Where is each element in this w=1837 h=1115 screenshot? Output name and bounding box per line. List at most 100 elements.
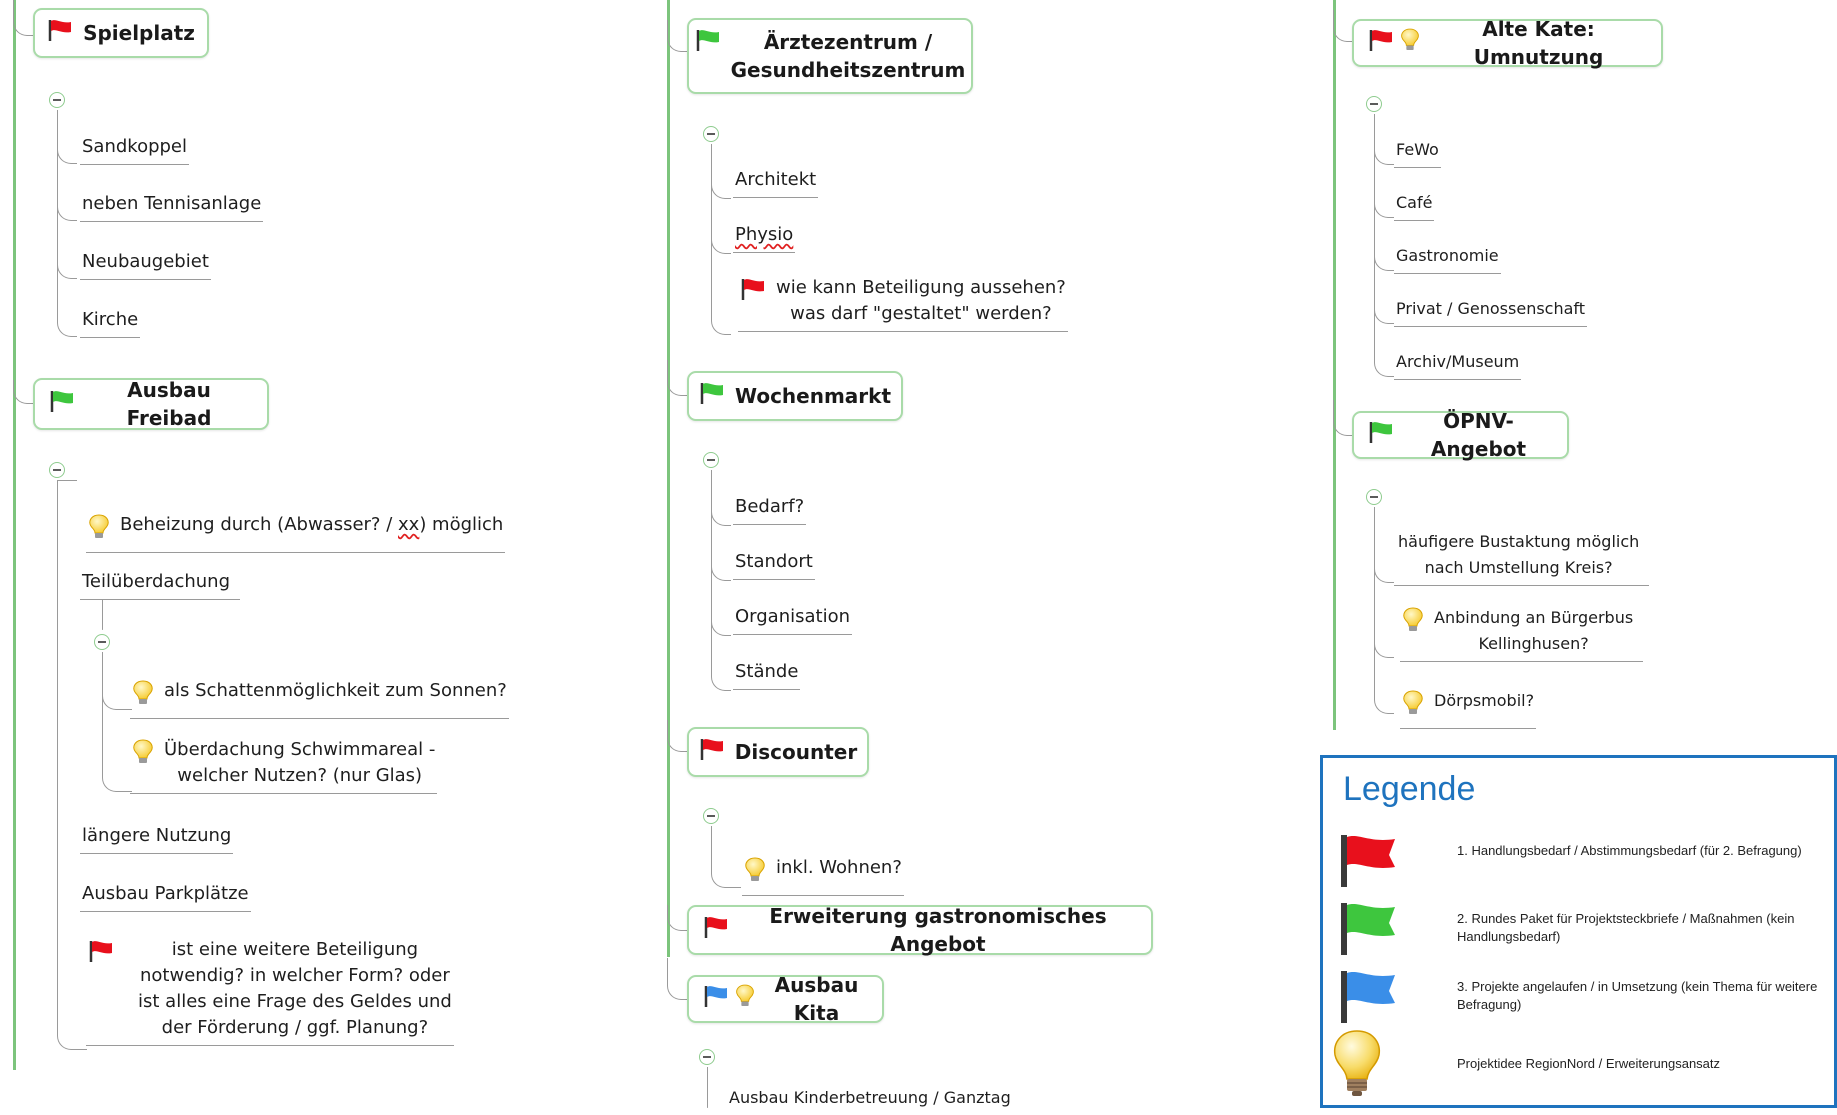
connector: [57, 110, 77, 337]
trunk-line-col2: [667, 0, 670, 957]
topic-icons: [47, 18, 73, 49]
topic-icons: [49, 389, 75, 420]
list-item[interactable]: Privat / Genossenschaft: [1394, 296, 1588, 327]
connector: [667, 720, 687, 752]
list-item[interactable]: wie kann Beteiligung aussehen? was darf "…: [738, 275, 1068, 332]
list-item[interactable]: Café: [1394, 190, 1435, 221]
connector: [667, 958, 687, 1000]
connector: [1333, 10, 1353, 42]
connector: [711, 470, 731, 691]
collapse-toggle[interactable]: [49, 92, 65, 108]
legend-title: Legende: [1343, 770, 1476, 808]
red-flag-icon: [703, 915, 729, 946]
collapse-toggle[interactable]: [699, 1049, 715, 1065]
bulb-icon: [1331, 1029, 1383, 1103]
list-item[interactable]: ist eine weitere Beteiligung notwendig? i…: [86, 937, 454, 1046]
list-item[interactable]: Gastronomie: [1394, 243, 1501, 274]
connector: [102, 600, 103, 630]
connector: [1333, 400, 1353, 436]
topic-title: Alte Kate: Umnutzung: [1473, 17, 1604, 69]
list-item[interactable]: längere Nutzung: [80, 823, 234, 854]
bulb-icon: [744, 857, 766, 891]
list-item[interactable]: Ausbau Parkplätze: [80, 881, 251, 912]
topic-alte-kate[interactable]: Alte Kate: Umnutzung: [1352, 17, 1663, 69]
list-item[interactable]: Stände: [733, 659, 801, 690]
connector: [13, 380, 33, 404]
trunk-line-col3: [1333, 0, 1336, 730]
topic-title: Ausbau Freibad: [126, 378, 212, 430]
collapse-toggle[interactable]: [703, 126, 719, 142]
topic-aerztezentrum[interactable]: Ärztezentrum / Gesundheitszentrum: [687, 18, 973, 94]
list-item[interactable]: Archiv/Museum: [1394, 349, 1522, 380]
list-item[interactable]: als Schattenmöglichkeit zum Sonnen?: [130, 678, 509, 719]
collapse-toggle[interactable]: [703, 452, 719, 468]
bulb-icon: [735, 984, 755, 1015]
topic-discounter[interactable]: Discounter: [687, 727, 869, 777]
collapse-toggle[interactable]: [1366, 96, 1382, 112]
topic-title: Discounter: [734, 740, 858, 764]
list-item[interactable]: FeWo: [1394, 137, 1441, 168]
bulb-icon: [1402, 607, 1424, 641]
list-item[interactable]: Architekt: [733, 167, 819, 198]
bulb-icon: [132, 739, 154, 773]
connector: [711, 826, 741, 888]
list-item[interactable]: Sandkoppel: [80, 134, 190, 165]
topic-icons: [695, 28, 721, 59]
list-item[interactable]: Neubaugebiet: [80, 249, 211, 280]
red-flag-icon: [1339, 833, 1397, 893]
connector: [667, 20, 687, 52]
green-flag-icon: [49, 389, 75, 420]
topic-ausbau-kita[interactable]: Ausbau Kita: [687, 973, 884, 1025]
list-item[interactable]: Standort: [733, 549, 815, 580]
topic-title: Ausbau Kita: [774, 973, 859, 1025]
topic-wochenmarkt[interactable]: Wochenmarkt: [687, 371, 903, 421]
blue-flag-icon: [703, 984, 729, 1015]
connector: [57, 480, 87, 1050]
list-item[interactable]: Physio: [733, 222, 796, 253]
connector: [667, 360, 687, 396]
green-flag-icon: [695, 28, 721, 59]
connector: [707, 1067, 708, 1108]
list-item[interactable]: Beheizung durch (Abwasser? / xx) möglich: [86, 512, 506, 553]
collapse-toggle[interactable]: [94, 634, 110, 650]
topic-title: Ärztezentrum / Gesundheitszentrum: [730, 30, 966, 82]
topic-ausbau-freibad[interactable]: Ausbau Freibad: [33, 378, 269, 430]
topic-oepnv-angebot[interactable]: ÖPNV-Angebot: [1352, 409, 1569, 461]
topic-title: ÖPNV-Angebot: [1430, 409, 1527, 461]
blue-flag-icon: [1339, 969, 1397, 1029]
list-item[interactable]: inkl. Wohnen?: [742, 855, 904, 896]
list-item[interactable]: Ausbau Kinderbetreuung / Ganztag: [727, 1085, 1013, 1115]
topic-spielplatz[interactable]: Spielplatz: [33, 8, 209, 58]
list-item[interactable]: Kirche: [80, 307, 141, 338]
green-flag-icon: [1339, 901, 1397, 961]
connector: [711, 144, 731, 335]
bulb-icon: [132, 680, 154, 714]
topic-title: Spielplatz: [83, 21, 195, 45]
red-flag-icon: [740, 277, 766, 309]
collapse-toggle[interactable]: [49, 462, 65, 478]
bulb-icon: [1400, 28, 1420, 59]
topic-erweiterung-gastronomie[interactable]: Erweiterung gastronomisches Angebot: [687, 904, 1153, 956]
list-item[interactable]: neben Tennisanlage: [80, 191, 264, 222]
collapse-toggle[interactable]: [703, 808, 719, 824]
topic-icons: [703, 984, 755, 1015]
connector: [667, 905, 687, 931]
topic-title: Erweiterung gastronomisches Angebot: [769, 904, 1107, 956]
trunk-line-col1: [13, 0, 16, 1070]
topic-title: Wochenmarkt: [734, 384, 892, 408]
red-flag-icon: [1368, 28, 1394, 59]
list-item[interactable]: Bedarf?: [733, 494, 807, 525]
green-flag-icon: [699, 381, 725, 412]
list-item[interactable]: häufigere Bustaktung möglich nach Umstell…: [1394, 529, 1650, 586]
list-item[interactable]: Überdachung Schwimmareal - welcher Nutzen…: [130, 737, 438, 794]
list-item[interactable]: Teilüberdachung: [80, 569, 240, 600]
red-flag-icon: [88, 939, 114, 971]
list-item[interactable]: Dörpsmobil?: [1400, 688, 1537, 729]
list-item[interactable]: Organisation: [733, 604, 853, 635]
list-item[interactable]: Anbindung an Bürgerbus Kellinghusen?: [1400, 605, 1644, 662]
collapse-toggle[interactable]: [1366, 489, 1382, 505]
bulb-icon: [88, 514, 110, 548]
connector: [102, 652, 132, 792]
topic-icons: [699, 381, 725, 412]
connector: [13, 0, 33, 36]
